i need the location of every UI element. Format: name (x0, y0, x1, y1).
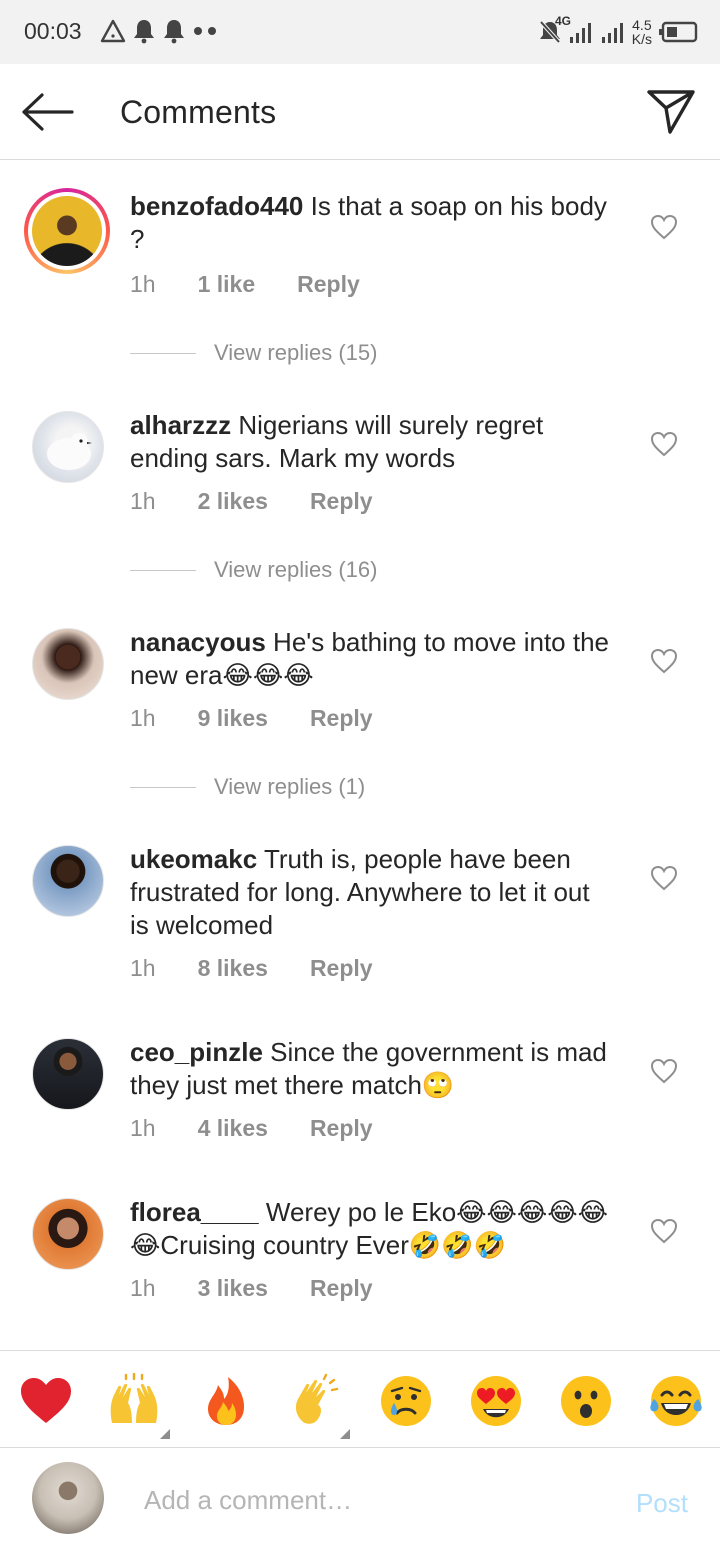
comment-username[interactable]: florea____ (130, 1197, 259, 1227)
view-replies-label: View replies (16) (214, 557, 378, 582)
view-replies-label: View replies (1) (214, 774, 366, 799)
comment-text: ceo_pinzle Since the government is mad t… (130, 1036, 610, 1102)
view-replies-button[interactable]: View replies (1) (130, 774, 365, 800)
replies-divider (130, 352, 196, 354)
comment-meta: 1h 1 like Reply (130, 271, 402, 298)
crying-face-emoji-button[interactable] (378, 1373, 434, 1429)
heart-icon[interactable] (650, 865, 678, 891)
share-button[interactable] (646, 86, 696, 136)
heart-eyes-emoji-button[interactable] (468, 1373, 524, 1429)
avatar[interactable] (32, 411, 104, 483)
comment-input[interactable] (144, 1480, 584, 1520)
reply-button[interactable]: Reply (310, 1275, 373, 1302)
comment-username[interactable]: benzofado440 (130, 191, 303, 221)
comment-text: florea____ Werey po le Eko😂😂😂😂😂😂Cruising… (130, 1196, 610, 1262)
arrow-left-icon (22, 93, 74, 131)
page-title: Comments (120, 94, 277, 130)
skin-tone-caret-icon (340, 1429, 350, 1439)
signal-icon-2 (601, 23, 623, 43)
warning-triangle-icon (100, 19, 126, 43)
comment-time: 1h (130, 1275, 156, 1301)
reply-button[interactable]: Reply (310, 955, 373, 982)
back-button[interactable] (20, 90, 76, 134)
bell-icon (134, 20, 154, 44)
reply-button[interactable]: Reply (310, 705, 373, 732)
comment-text: benzofado440 Is that a soap on his body … (130, 190, 610, 256)
reply-button[interactable]: Reply (297, 271, 360, 298)
network-type: 4G (555, 14, 572, 28)
comment-likes[interactable]: 1 like (198, 271, 256, 298)
comment-meta: 1h 8 likes Reply (130, 955, 415, 982)
heart-icon[interactable] (650, 214, 678, 240)
network-speed-unit: K/s (631, 31, 652, 47)
heart-icon[interactable] (650, 1058, 678, 1084)
comment-time: 1h (130, 705, 156, 731)
network-speed-value: 4.5 (632, 17, 652, 33)
fire-emoji-button[interactable] (198, 1373, 254, 1429)
reply-button[interactable]: Reply (310, 1115, 373, 1142)
comment-username[interactable]: ukeomakc (130, 844, 257, 874)
reply-button[interactable]: Reply (310, 488, 373, 515)
comment-composer: Post (0, 1448, 720, 1548)
view-replies-button[interactable]: View replies (15) (130, 340, 377, 366)
avatar (32, 196, 102, 266)
emoji-quick-bar (0, 1350, 720, 1448)
avatar-with-story-ring[interactable] (24, 188, 110, 274)
surprised-face-emoji-button[interactable] (558, 1373, 614, 1429)
comment-username[interactable]: ceo_pinzle (130, 1037, 263, 1067)
red-heart-emoji-button[interactable] (18, 1373, 74, 1429)
signal-icon (569, 23, 591, 43)
bird-avatar-graphic (47, 433, 92, 470)
comment-likes[interactable]: 3 likes (198, 1275, 268, 1302)
battery-icon (659, 21, 698, 43)
comment-likes[interactable]: 4 likes (198, 1115, 268, 1142)
heart-icon[interactable] (650, 648, 678, 674)
post-button[interactable]: Post (636, 1488, 688, 1519)
comment-text: nanacyous He's bathing to move into the … (130, 626, 610, 692)
avatar[interactable] (32, 845, 104, 917)
comments-header: Comments (0, 64, 720, 160)
comment-meta: 1h 2 likes Reply (130, 488, 415, 515)
network-speed: 4.5 K/s (632, 18, 652, 46)
comment-meta: 1h 9 likes Reply (130, 705, 415, 732)
comment-text: alharzzz Nigerians will surely regret en… (130, 409, 610, 475)
view-replies-button[interactable]: View replies (16) (130, 557, 377, 583)
comment-username[interactable]: nanacyous (130, 627, 266, 657)
avatar[interactable] (32, 1198, 104, 1270)
replies-divider (130, 569, 196, 571)
comment-time: 1h (130, 1115, 156, 1141)
comment-meta: 1h 3 likes Reply (130, 1275, 415, 1302)
comment-likes[interactable]: 8 likes (198, 955, 268, 982)
comment-time: 1h (130, 271, 156, 297)
raising-hands-emoji-button[interactable] (106, 1373, 162, 1429)
comment-likes[interactable]: 9 likes (198, 705, 268, 732)
status-notification-icons (100, 16, 220, 46)
bell-icon-2 (164, 20, 184, 44)
clapping-hands-emoji-button[interactable] (288, 1373, 344, 1429)
comment-likes[interactable]: 2 likes (198, 488, 268, 515)
user-avatar[interactable] (32, 1462, 104, 1534)
replies-divider (130, 786, 196, 788)
avatar[interactable] (32, 1038, 104, 1110)
comment-meta: 1h 4 likes Reply (130, 1115, 415, 1142)
comment-time: 1h (130, 488, 156, 514)
view-replies-label: View replies (15) (214, 340, 378, 365)
heart-icon[interactable] (650, 1218, 678, 1244)
comment-text: ukeomakc Truth is, people have been frus… (130, 843, 610, 942)
more-dots-icon (194, 27, 216, 35)
tears-of-joy-emoji-button[interactable] (648, 1373, 704, 1429)
heart-icon[interactable] (650, 431, 678, 457)
status-time: 00:03 (24, 18, 82, 44)
send-icon (647, 90, 695, 134)
avatar[interactable] (32, 628, 104, 700)
status-bar: 00:03 4.5 K/s 4G (0, 0, 720, 64)
skin-tone-caret-icon (160, 1429, 170, 1439)
comment-time: 1h (130, 955, 156, 981)
comment-username[interactable]: alharzzz (130, 410, 231, 440)
